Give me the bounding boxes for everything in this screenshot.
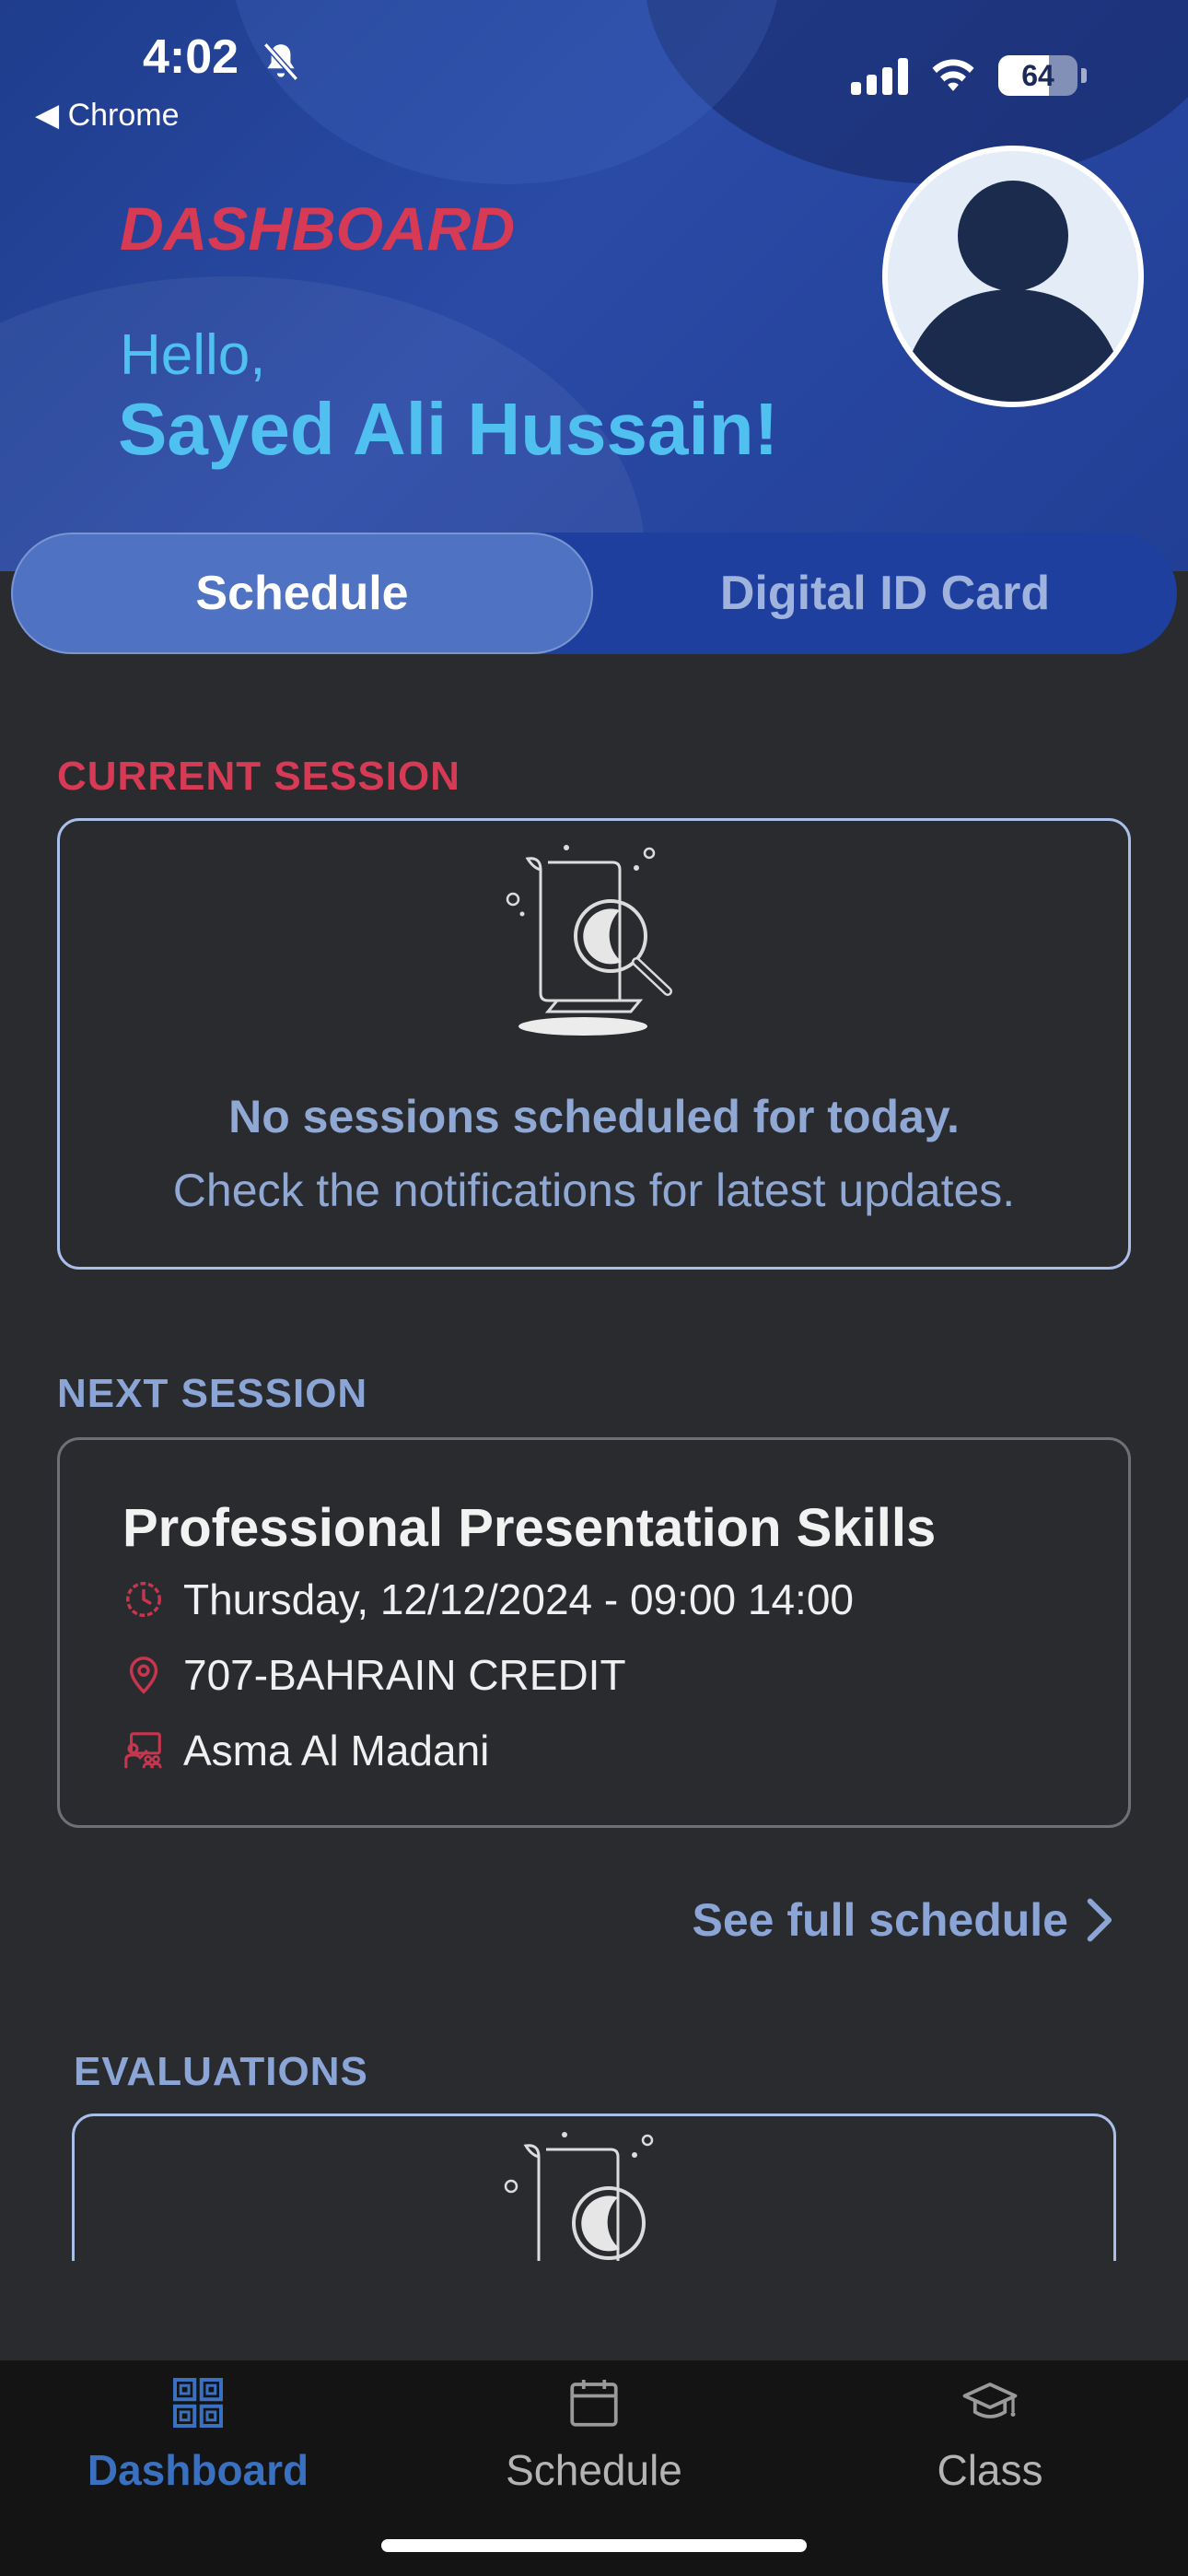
back-to-chrome-link[interactable]: ◀ Chrome [35, 97, 180, 134]
session-location: 707-BAHRAIN CREDIT [183, 1651, 626, 1699]
clock-icon [126, 1582, 161, 1617]
battery-percent: 64 [1021, 58, 1054, 92]
home-indicator [381, 2539, 807, 2552]
session-datetime: Thursday, 12/12/2024 - 09:00 14:00 [183, 1575, 855, 1623]
nav-dashboard[interactable]: Dashboard [0, 2360, 396, 2576]
next-session-card[interactable]: Professional Presentation Skills Thursda… [57, 1437, 1131, 1828]
bell-muted-icon [262, 42, 299, 81]
tab-digital-id-card[interactable]: Digital ID Card [593, 533, 1177, 654]
status-indicators: 64 [851, 55, 1087, 96]
user-name: Sayed Ali Hussain! [118, 388, 779, 470]
see-full-schedule-label: See full schedule [692, 1894, 1068, 1946]
next-session-label: NEXT SESSION [57, 1371, 368, 1416]
empty-search-illustration-icon [504, 2132, 654, 2261]
battery-icon: 64 [998, 55, 1077, 96]
nav-class-label: Class [937, 2446, 1043, 2494]
session-datetime-row: Thursday, 12/12/2024 - 09:00 14:00 [122, 1575, 854, 1624]
empty-search-illustration-icon [506, 845, 672, 1036]
wifi-icon [932, 59, 974, 91]
current-session-label: CURRENT SESSION [57, 754, 460, 799]
session-instructor-row: Asma Al Madani [122, 1726, 489, 1775]
header-decoration [230, 0, 783, 184]
evaluations-card-viewport [72, 2113, 1116, 2261]
user-silhouette-icon [906, 181, 1120, 402]
tab-bar: Schedule Digital ID Card [11, 533, 1177, 654]
session-instructor: Asma Al Madani [183, 1727, 490, 1774]
dashboard-grid-icon [173, 2378, 223, 2428]
calendar-icon [570, 2380, 618, 2427]
cellular-signal-icon [851, 56, 908, 95]
nav-dashboard-label: Dashboard [87, 2446, 309, 2494]
battery-tip [1081, 68, 1087, 83]
evaluations-card [72, 2113, 1116, 2261]
instructor-icon [124, 1732, 162, 1769]
session-title: Professional Presentation Skills [122, 1498, 937, 1558]
tab-schedule[interactable]: Schedule [11, 533, 593, 654]
evaluations-label: EVALUATIONS [74, 2049, 368, 2094]
session-location-row: 707-BAHRAIN CREDIT [122, 1650, 626, 1700]
check-notifications-message: Check the notifications for latest updat… [172, 1165, 1016, 1216]
greeting: Hello, [120, 323, 266, 387]
graduation-cap-icon [962, 2383, 1018, 2418]
current-session-card: No sessions scheduled for today. Check t… [57, 818, 1131, 1270]
chevron-right-icon [1087, 1898, 1112, 1942]
nav-schedule-label: Schedule [506, 2446, 682, 2494]
location-pin-icon [129, 1657, 158, 1694]
nav-class[interactable]: Class [792, 2360, 1188, 2576]
avatar[interactable] [882, 146, 1144, 407]
status-time: 4:02 [143, 30, 239, 84]
page-title: DASHBOARD [120, 194, 515, 263]
see-full-schedule-link[interactable]: See full schedule [693, 1893, 1116, 1947]
no-sessions-message: No sessions scheduled for today. [228, 1091, 960, 1142]
